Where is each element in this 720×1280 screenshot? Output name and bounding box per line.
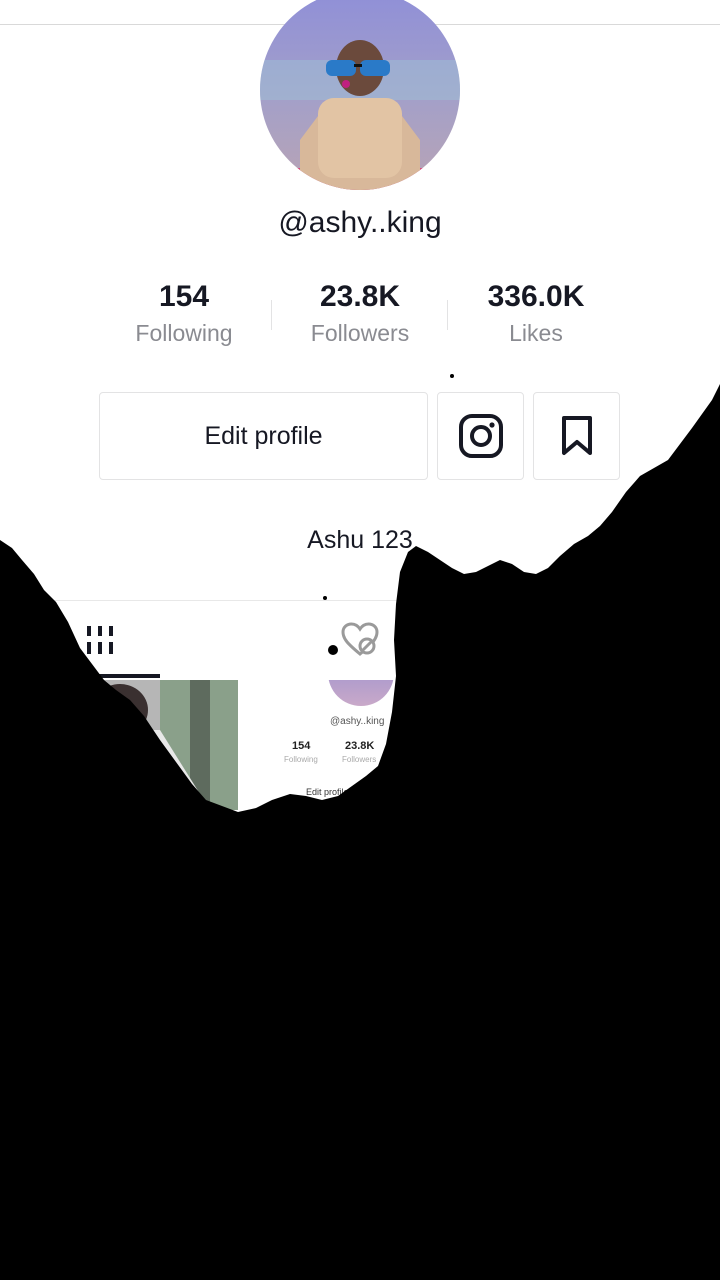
avatar-image [260,0,460,190]
following-label: Following [135,320,233,346]
tab-videos[interactable] [40,602,160,678]
stats-row: 154 Following 23.8K Followers 336.0K Lik… [0,278,720,358]
tab-selected-indicator [80,674,160,678]
profile-avatar[interactable] [260,0,460,190]
stat-following[interactable]: 154 Following [99,278,269,347]
mini-followers-count: 23.8K [345,740,375,752]
mini-edit-profile: Edit profile [306,787,349,797]
mini-followers-label: Followers [342,755,377,764]
tab-liked[interactable] [300,602,420,678]
following-count: 154 [158,280,210,313]
stat-divider [271,300,272,330]
followers-label: Followers [310,320,410,346]
tabs-divider [0,600,720,601]
profile-username: @ashy..king [278,206,442,239]
stat-divider [447,300,448,330]
instagram-icon [458,414,503,458]
bookmark-button[interactable] [533,392,620,480]
mini-following-label: Following [284,755,318,764]
mini-following-count: 154 [292,740,311,752]
edit-profile-button[interactable]: Edit profile [99,392,428,480]
instagram-button[interactable] [437,392,524,480]
profile-bio: Ashu 123 [307,526,413,554]
video-thumbnail[interactable] [0,680,238,810]
profile-actions: Edit profile [0,392,720,480]
stat-likes[interactable]: 336.0K Likes [451,278,621,347]
liked-hidden-icon [341,622,379,656]
video-thumbnail[interactable]: @ashy..king 154 23.8K Following Follower… [240,680,478,810]
thumbnail-image [0,680,238,810]
bookmark-icon [561,416,592,455]
mini-avatar [328,680,394,706]
mini-username: @ashy..king [330,716,385,727]
grid-videos-icon [87,626,113,654]
followers-count: 23.8K [319,280,401,313]
likes-count: 336.0K [487,280,585,313]
stat-followers[interactable]: 23.8K Followers [275,278,445,347]
likes-label: Likes [509,320,563,346]
